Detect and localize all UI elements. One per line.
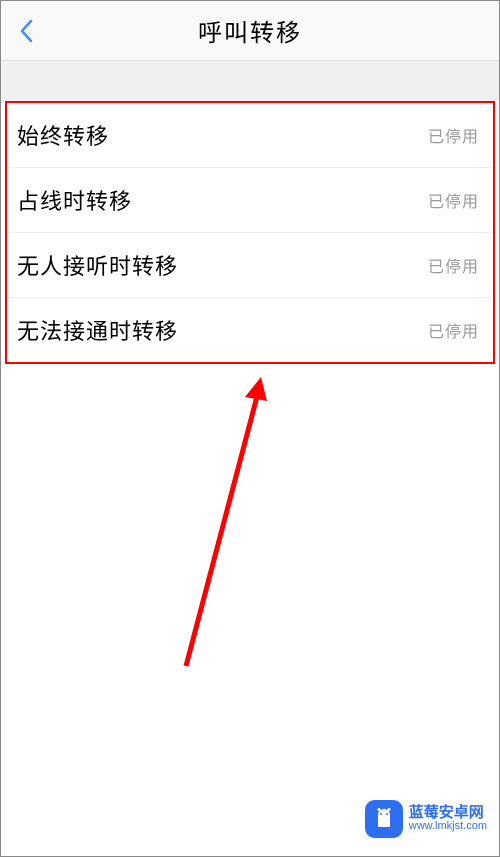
option-status: 已停用 (428, 188, 479, 212)
chevron-left-icon (19, 19, 33, 43)
spacer (1, 61, 499, 101)
header: 呼叫转移 (1, 1, 499, 61)
watermark-url: www.lmkjst.com (409, 821, 487, 833)
option-label: 无法接通时转移 (17, 314, 178, 346)
annotation-arrow (181, 371, 301, 671)
watermark-text: 蓝莓安卓网 www.lmkjst.com (409, 805, 487, 832)
watermark-name: 蓝莓安卓网 (409, 805, 487, 821)
option-label: 始终转移 (17, 119, 109, 151)
watermark-icon (365, 800, 403, 838)
option-unreachable-forward[interactable]: 无法接通时转移 已停用 (7, 298, 493, 362)
option-status: 已停用 (428, 318, 479, 342)
back-button[interactable] (19, 19, 33, 43)
option-label: 占线时转移 (17, 184, 132, 216)
option-noanswer-forward[interactable]: 无人接听时转移 已停用 (7, 233, 493, 298)
option-label: 无人接听时转移 (17, 249, 178, 281)
page-title: 呼叫转移 (1, 13, 499, 48)
call-forward-list: 始终转移 已停用 占线时转移 已停用 无人接听时转移 已停用 无法接通时转移 已… (5, 101, 495, 364)
option-status: 已停用 (428, 123, 479, 147)
watermark: 蓝莓安卓网 www.lmkjst.com (365, 800, 487, 838)
option-busy-forward[interactable]: 占线时转移 已停用 (7, 168, 493, 233)
option-status: 已停用 (428, 253, 479, 277)
option-always-forward[interactable]: 始终转移 已停用 (7, 103, 493, 168)
